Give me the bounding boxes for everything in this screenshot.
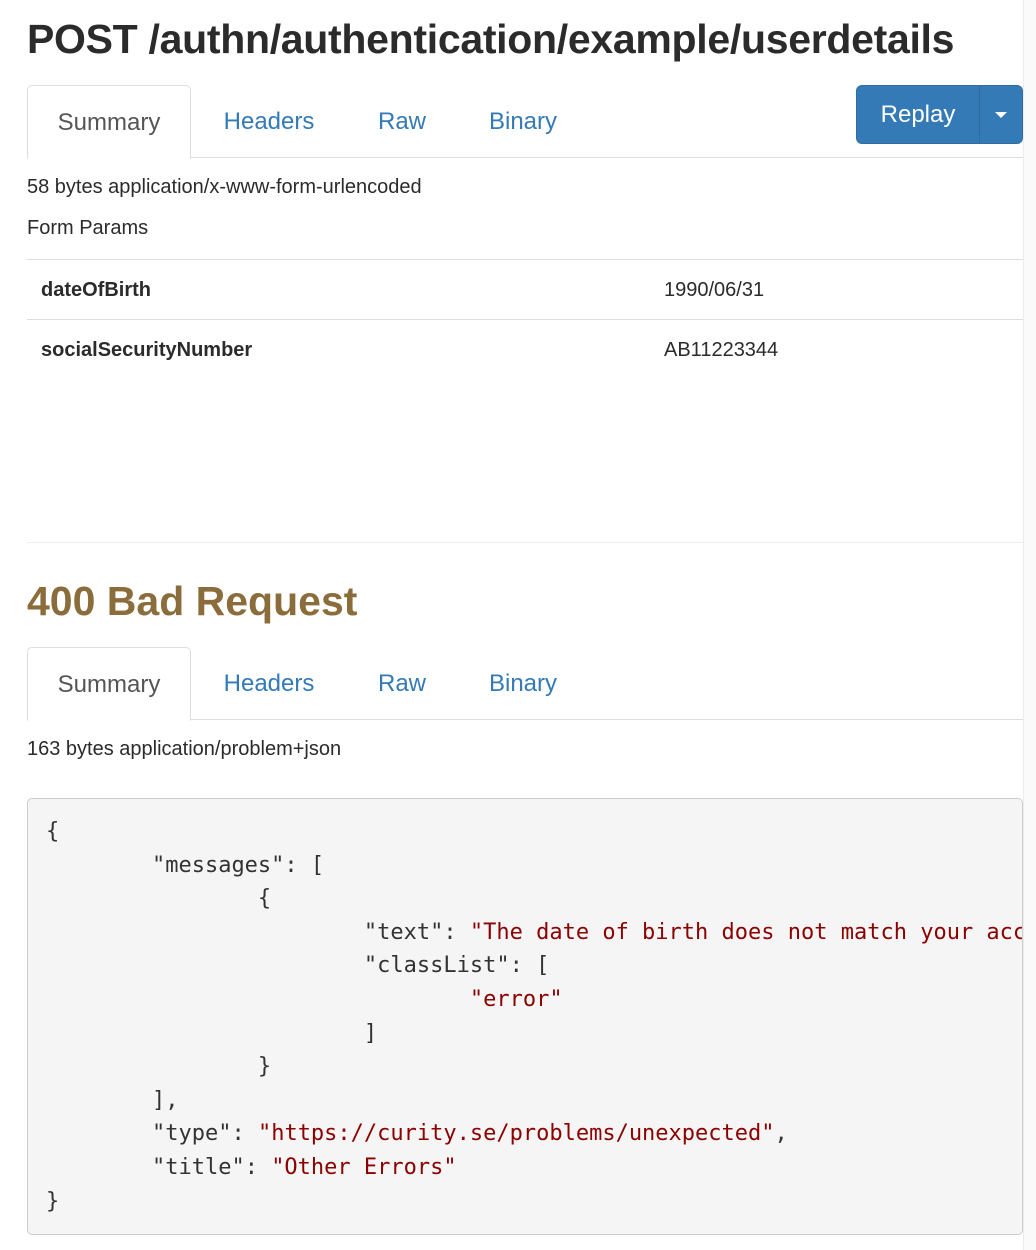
json-punctuation: :: [244, 1154, 272, 1180]
form-params-label: Form Params: [27, 217, 149, 239]
response-tab-binary[interactable]: Binary: [471, 647, 575, 720]
response-tab-raw[interactable]: Raw: [363, 647, 441, 720]
code-line: }: [46, 1050, 1004, 1084]
param-value: 1990/06/31: [664, 279, 765, 301]
request-tab-summary[interactable]: Summary: [27, 85, 191, 159]
json-key: "classList": [363, 953, 510, 979]
page: POST /authn/authentication/example/userd…: [0, 0, 1036, 1250]
table-row: dateOfBirth 1990/06/31: [27, 260, 1023, 320]
param-name: socialSecurityNumber: [41, 339, 253, 361]
json-punctuation: :: [231, 1121, 258, 1147]
form-params-table: dateOfBirth 1990/06/31 socialSecurityNum…: [27, 259, 1023, 380]
code-line: ]: [46, 1017, 1004, 1051]
json-response-body: { "messages": [ { "text": "The date of b…: [27, 798, 1023, 1235]
json-key: "messages": [151, 852, 285, 878]
code-line: {: [46, 815, 1004, 849]
table-row: socialSecurityNumber AB11223344: [27, 320, 1023, 380]
request-title: POST /authn/authentication/example/userd…: [27, 16, 955, 62]
json-punctuation: {: [46, 819, 60, 844]
code-line: "messages": [: [46, 849, 1004, 883]
code-line: "error": [46, 983, 1004, 1017]
json-punctuation: {: [257, 886, 272, 912]
response-tab-headers[interactable]: Headers: [205, 647, 333, 720]
json-punctuation: ,: [774, 1121, 788, 1147]
response-tabs: Summary Headers Raw Binary: [27, 647, 1023, 721]
scrollbar[interactable]: [1023, 0, 1036, 1250]
response-tab-summary[interactable]: Summary: [27, 647, 191, 721]
json-punctuation: ],: [151, 1087, 179, 1113]
json-string-value: "Other Errors": [271, 1154, 457, 1180]
code-line: "text": "The date of birth does not matc…: [46, 916, 1022, 950]
response-body-info: 163 bytes application/problem+json: [27, 738, 342, 760]
response-status: 400 Bad Request: [27, 578, 358, 624]
param-name: dateOfBirth: [41, 279, 151, 301]
json-key: "text": [363, 919, 444, 945]
json-key: "type": [151, 1121, 232, 1147]
json-punctuation: }: [46, 1188, 60, 1214]
json-punctuation: : [: [284, 852, 325, 878]
json-punctuation: : [: [509, 953, 550, 979]
replay-dropdown-toggle[interactable]: [979, 86, 1022, 143]
replay-button-group: Replay: [856, 85, 1023, 144]
json-punctuation: }: [257, 1054, 272, 1080]
code-line: "title": "Other Errors": [46, 1151, 1004, 1185]
request-body-info: 58 bytes application/x-www-form-urlencod…: [27, 176, 422, 198]
code-line: "classList": [: [46, 949, 1004, 983]
request-tab-binary[interactable]: Binary: [471, 85, 575, 158]
code-line: {: [46, 882, 1004, 916]
json-punctuation: :: [443, 919, 470, 945]
code-line: }: [46, 1185, 1004, 1219]
param-value: AB11223344: [664, 339, 779, 361]
replay-button[interactable]: Replay: [857, 86, 979, 143]
code-line: ],: [46, 1084, 1004, 1118]
json-string-value: "The date of birth does not match your a…: [469, 919, 1022, 945]
json-key: "title": [151, 1154, 245, 1180]
code-line: "type": "https://curity.se/problems/unex…: [46, 1117, 1004, 1151]
caret-down-icon: [995, 111, 1007, 118]
json-punctuation: ]: [363, 1020, 378, 1046]
json-string-value: "error": [469, 986, 563, 1012]
request-tab-raw[interactable]: Raw: [363, 85, 441, 158]
section-divider: [27, 542, 1023, 543]
json-string-value: "https://curity.se/problems/unexpected": [257, 1121, 775, 1147]
request-tab-headers[interactable]: Headers: [205, 85, 333, 158]
